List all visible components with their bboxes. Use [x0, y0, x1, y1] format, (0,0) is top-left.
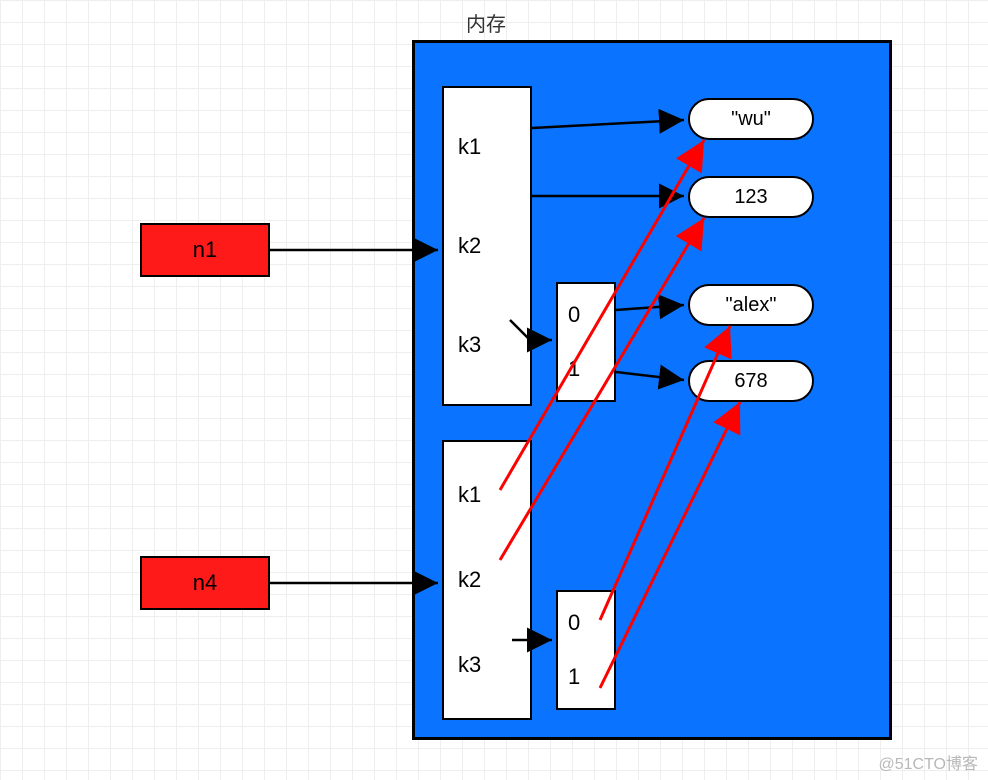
var-n1: n1 [140, 223, 270, 277]
dict2-k1: k1 [458, 482, 516, 508]
list1-0: 0 [568, 302, 580, 328]
value-123: 123 [688, 176, 814, 218]
watermark: @51CTO博客 [878, 750, 978, 774]
dict1-k3: k3 [458, 332, 516, 358]
dict2-k3: k3 [458, 652, 516, 678]
dict1-k2: k2 [458, 233, 516, 259]
list2-1: 1 [568, 664, 580, 690]
dict1-k1: k1 [458, 134, 516, 160]
list-n1-k3: 0 1 [556, 282, 616, 402]
value-alex: "alex" [688, 284, 814, 326]
list2-0: 0 [568, 610, 580, 636]
dict-n4: k1 k2 k3 [442, 440, 532, 720]
value-wu: "wu" [688, 98, 814, 140]
memory-title: 内存 [466, 8, 506, 37]
dict2-k2: k2 [458, 567, 516, 593]
list-n4-k3: 0 1 [556, 590, 616, 710]
var-n4: n4 [140, 556, 270, 610]
list1-1: 1 [568, 356, 580, 382]
dict-n1: k1 k2 k3 [442, 86, 532, 406]
value-678: 678 [688, 360, 814, 402]
